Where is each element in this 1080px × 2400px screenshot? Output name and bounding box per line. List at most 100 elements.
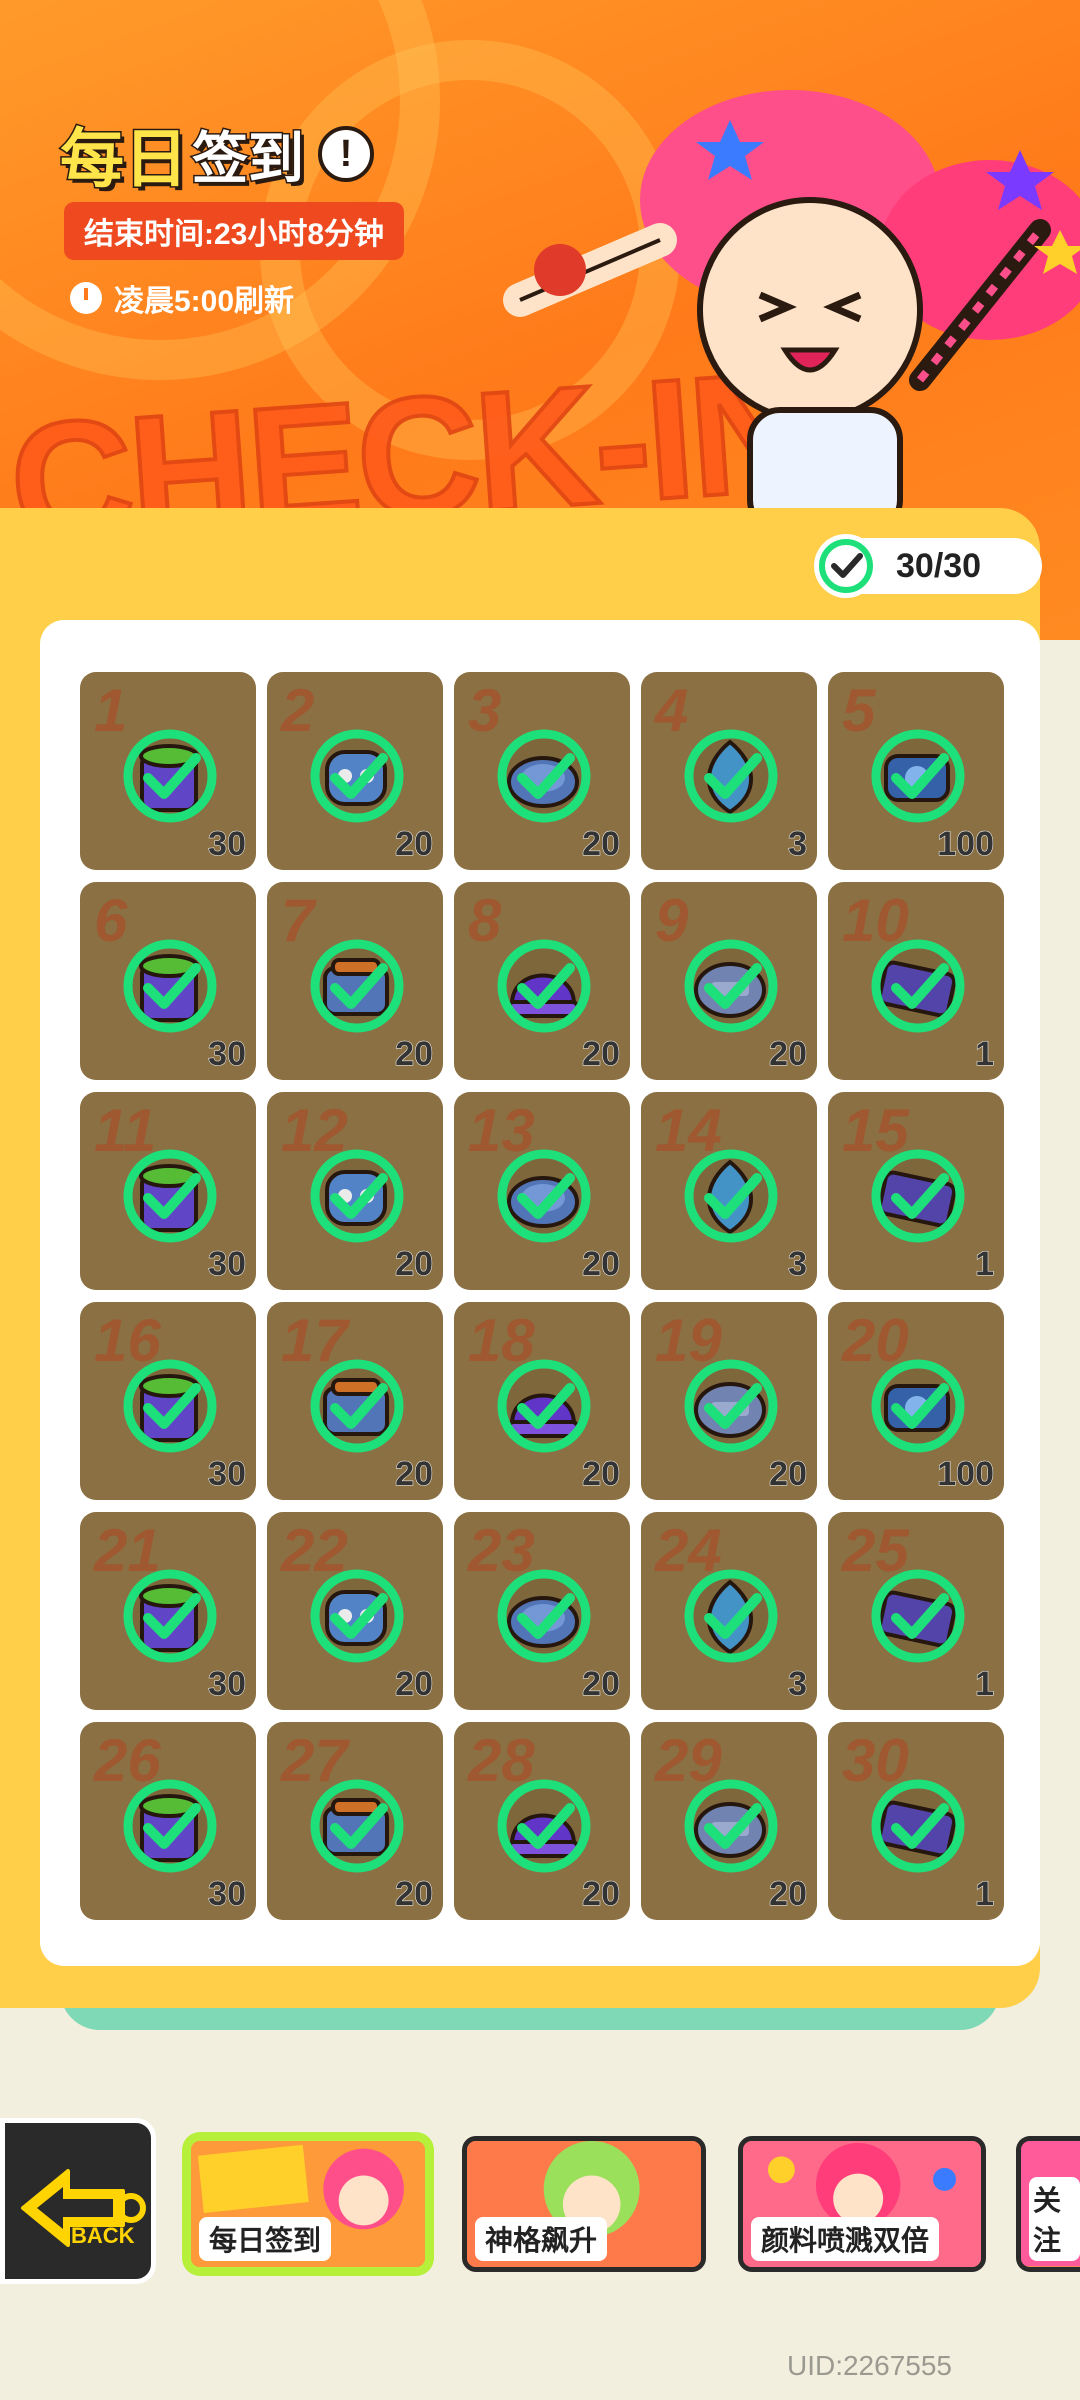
reward-cell[interactable]: 12 20 [267, 1092, 443, 1290]
checkmark-icon [123, 939, 217, 1033]
tab-label: 神格飙升 [475, 2217, 608, 2261]
reward-cell[interactable]: 26 30 [80, 1722, 256, 1920]
reward-cell[interactable]: 13 20 [454, 1092, 630, 1290]
reward-quantity: 20 [395, 1665, 434, 1704]
reward-cell[interactable]: 8 20 [454, 882, 630, 1080]
checkmark-icon [497, 729, 591, 823]
reward-cell[interactable]: 16 30 [80, 1302, 256, 1500]
reward-cell[interactable]: 22 20 [267, 1512, 443, 1710]
reward-quantity: 20 [582, 825, 621, 864]
reward-quantity: 1 [975, 1665, 995, 1704]
end-time-badge: 结束时间:23小时8分钟 [64, 202, 405, 260]
reward-quantity: 20 [582, 1875, 621, 1914]
checkmark-icon [684, 1779, 778, 1873]
progress-text: 30/30 [896, 546, 982, 585]
checkmark-icon [871, 1569, 965, 1663]
reward-quantity: 20 [395, 825, 434, 864]
reward-cell[interactable]: 14 3 [641, 1092, 817, 1290]
tab-label: 关注 [1029, 2177, 1080, 2261]
reward-quantity: 20 [582, 1245, 621, 1284]
reward-cell[interactable]: 5 100 [828, 672, 1004, 870]
reward-quantity: 20 [395, 1455, 434, 1494]
reward-cell[interactable]: 18 20 [454, 1302, 630, 1500]
refresh-info: 凌晨5:00刷新 [70, 276, 294, 320]
reward-quantity: 3 [788, 1665, 808, 1704]
checkmark-icon [123, 1149, 217, 1243]
reward-quantity: 1 [975, 1035, 995, 1074]
checkmark-icon [684, 1359, 778, 1453]
progress-counter: 30/30 [814, 534, 1042, 598]
reward-cell[interactable]: 6 30 [80, 882, 256, 1080]
tab-god-rise[interactable]: 神格飙升 [462, 2136, 706, 2272]
reward-cell[interactable]: 15 1 [828, 1092, 1004, 1290]
reward-cell[interactable]: 11 30 [80, 1092, 256, 1290]
check-circle-icon [814, 534, 878, 598]
reward-cell[interactable]: 43 [641, 672, 817, 870]
reward-quantity: 3 [788, 825, 808, 864]
tab-daily-checkin[interactable]: 每日签到 [186, 2136, 430, 2272]
reward-cell[interactable]: 19 20 [641, 1302, 817, 1500]
checkmark-icon [871, 729, 965, 823]
reward-cell[interactable]: 10 1 [828, 882, 1004, 1080]
reward-cell[interactable]: 30 1 [828, 1722, 1004, 1920]
checkmark-icon [871, 1779, 965, 1873]
page-title: 每日 签到 ! [59, 108, 374, 200]
reward-quantity: 20 [769, 1035, 808, 1074]
refresh-text: 凌晨5:00刷新 [114, 285, 295, 318]
checkmark-icon [310, 1149, 404, 1243]
reward-quantity: 100 [937, 825, 995, 864]
reward-cell[interactable]: 7 20 [267, 882, 443, 1080]
reward-cell[interactable]: 28 20 [454, 1722, 630, 1920]
mascot-illustration [503, 90, 1080, 533]
reward-cell[interactable]: 3 20 [454, 672, 630, 870]
reward-quantity: 20 [395, 1245, 434, 1284]
back-label: BACK [71, 2223, 135, 2248]
reward-quantity: 30 [208, 1455, 247, 1494]
reward-quantity: 30 [208, 1665, 247, 1704]
reward-cell[interactable]: 21 30 [80, 1512, 256, 1710]
checkmark-icon [684, 1569, 778, 1663]
reward-cell[interactable]: 23 20 [454, 1512, 630, 1710]
reward-grid: 1 30 2 20 3 20 4 3 5 100 6 30 7 20 8 20 9 20 10 1 11 30 12 20 13… [80, 672, 1004, 1920]
reward-quantity: 20 [395, 1035, 434, 1074]
exclamation-icon[interactable]: ! [318, 126, 374, 182]
reward-cell[interactable]: 17 20 [267, 1302, 443, 1500]
reward-quantity: 1 [975, 1875, 995, 1914]
reward-quantity: 30 [208, 825, 247, 864]
clock-icon [70, 282, 102, 314]
reward-cell[interactable]: 25 1 [828, 1512, 1004, 1710]
reward-cell[interactable]: 2 20 [267, 672, 443, 870]
reward-quantity: 1 [975, 1245, 995, 1284]
reward-cell[interactable]: 29 20 [641, 1722, 817, 1920]
tab-follow[interactable]: 关注 [1016, 2136, 1080, 2272]
checkmark-icon [497, 1149, 591, 1243]
checkmark-icon [497, 1359, 591, 1453]
tab-label: 颜料喷溅双倍 [751, 2217, 940, 2261]
reward-quantity: 20 [582, 1035, 621, 1074]
reward-quantity: 20 [395, 1875, 434, 1914]
reward-cell[interactable]: 9 20 [641, 882, 817, 1080]
checkmark-icon [871, 1359, 965, 1453]
reward-quantity: 20 [769, 1875, 808, 1914]
checkmark-icon [310, 1779, 404, 1873]
title-part1: 每日 [59, 122, 190, 197]
back-button[interactable]: BACK [0, 2118, 156, 2284]
reward-cell[interactable]: 24 3 [641, 1512, 817, 1710]
reward-cell[interactable]: 27 20 [267, 1722, 443, 1920]
reward-quantity: 100 [937, 1455, 995, 1494]
checkmark-icon [123, 1569, 217, 1663]
reward-quantity: 20 [582, 1665, 621, 1704]
checkmark-icon [123, 729, 217, 823]
tab-paint-double[interactable]: 颜料喷溅双倍 [738, 2136, 986, 2272]
reward-quantity: 20 [769, 1455, 808, 1494]
user-id: UID:2267555 [786, 2350, 952, 2381]
checkmark-icon [310, 939, 404, 1033]
reward-cell[interactable]: 20 100 [828, 1302, 1004, 1500]
checkmark-icon [871, 939, 965, 1033]
checkmark-icon [871, 1149, 965, 1243]
checkmark-icon [123, 1779, 217, 1873]
reward-cell[interactable]: 1 30 [80, 672, 256, 870]
tab-label: 每日签到 [199, 2217, 332, 2261]
checkmark-icon [684, 729, 778, 823]
checkmark-icon [310, 729, 404, 823]
